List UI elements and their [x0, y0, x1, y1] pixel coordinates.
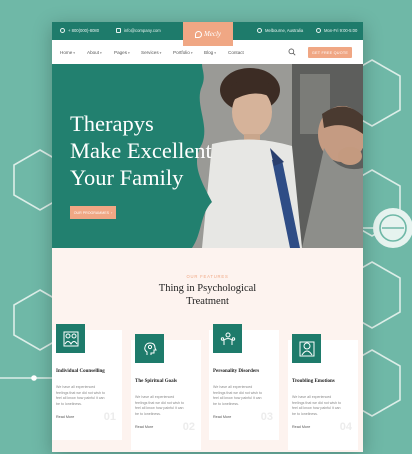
card-number: 01 [103, 411, 116, 423]
card-text: We have all experienced feelings that we… [135, 395, 184, 416]
feature-card[interactable]: Individual Counselling We have all exper… [52, 324, 122, 440]
read-more-link[interactable]: Read More [213, 415, 231, 419]
read-more-link[interactable]: Read More [56, 415, 74, 419]
location-info: Melbourne, Australia [257, 28, 303, 33]
hero-button-label: OUR PROGRAMMES [73, 210, 110, 215]
card-text: We have all experienced feelings that we… [292, 395, 341, 416]
feature-card[interactable]: Personality Disorders We have all experi… [209, 324, 279, 440]
nav-label: Contact [228, 50, 244, 55]
location-icon [257, 28, 262, 33]
logo-text: Mecly [203, 30, 222, 38]
chevron-down-icon: ▾ [159, 51, 162, 55]
card-title: Personality Disorders [213, 369, 260, 374]
email-info[interactable]: info@company.com [116, 28, 161, 33]
features-section: OUR FEATURES Thing in Psychological Trea… [52, 248, 363, 452]
card-title: Troubling Emotions [292, 379, 335, 384]
phone-info[interactable]: + 800(000)-8080 [60, 28, 99, 33]
counselling-icon [56, 324, 85, 353]
nav-label: Services [141, 50, 159, 55]
hours-text: Mon-Fri 9:00-5:00 [324, 28, 358, 33]
hero-section: Therapys Make Excellent Your Family OUR … [52, 64, 363, 248]
chevron-down-icon: ▾ [73, 51, 76, 55]
section-title: Thing in Psychological Treatment [52, 282, 363, 308]
section-eyebrow: OUR FEATURES [186, 274, 229, 279]
chevron-down-icon: ▾ [214, 51, 216, 55]
arrow-right-icon: › [111, 210, 113, 215]
email-icon [116, 28, 121, 33]
search-icon[interactable] [288, 48, 296, 56]
hero-title: Therapys Make Excellent Your Family [70, 110, 212, 191]
card-text: We have all experienced feelings that we… [213, 385, 262, 406]
nav-item-blog[interactable]: Blog▾ [204, 50, 216, 55]
nav-label: Portfolio [173, 50, 190, 55]
email-text: info@company.com [124, 28, 161, 33]
feature-card[interactable]: Troubling Emotions We have all experienc… [288, 334, 358, 450]
phone-icon [60, 28, 65, 33]
nav-item-about[interactable]: About▾ [87, 50, 102, 55]
hero-title-line: Make Excellent [70, 138, 212, 163]
card-title: The Spiritual Goals [135, 379, 177, 384]
read-more-link[interactable]: Read More [135, 425, 153, 429]
nav-item-home[interactable]: Home▾ [60, 50, 75, 55]
nav-item-portfolio[interactable]: Portfolio▾ [173, 50, 193, 55]
nav-item-services[interactable]: Services▾ [141, 50, 161, 55]
section-title-line: Thing in Psychological [158, 283, 257, 294]
website-mockup: + 800(000)-8080 info@company.com Melbour… [52, 22, 363, 452]
spiritual-head-icon [135, 334, 164, 363]
nav-label: Pages [114, 50, 128, 55]
personality-icon [213, 324, 242, 353]
chevron-down-icon: ▾ [128, 51, 130, 55]
card-number: 02 [182, 421, 195, 433]
card-number: 03 [260, 411, 273, 423]
logo-mark-icon [194, 30, 202, 38]
hero-title-line: Your Family [70, 165, 184, 190]
clock-icon [316, 28, 321, 33]
site-logo[interactable]: Mecly [183, 22, 233, 46]
nav-item-contact[interactable]: Contact [228, 50, 244, 55]
read-more-link[interactable]: Read More [292, 425, 310, 429]
feature-card[interactable]: The Spiritual Goals We have all experien… [131, 334, 201, 450]
hero-title-line: Therapys [70, 111, 154, 136]
nav-label: About [87, 50, 100, 55]
location-text: Melbourne, Australia [265, 28, 304, 33]
card-number: 04 [339, 421, 352, 433]
card-title: Individual Counselling [56, 369, 105, 374]
section-title-line: Treatment [186, 296, 229, 307]
nav-label: Blog [204, 50, 214, 55]
our-programmes-button[interactable]: OUR PROGRAMMES › [70, 206, 116, 219]
hours-info: Mon-Fri 9:00-5:00 [316, 28, 357, 33]
chevron-down-icon: ▾ [190, 51, 193, 55]
card-text: We have all experienced feelings that we… [56, 385, 105, 406]
nav-label: Home [60, 50, 73, 55]
chevron-down-icon: ▾ [100, 51, 102, 55]
get-free-quote-button[interactable]: GET FREE QUOTE [308, 47, 352, 58]
phone-text: + 800(000)-8080 [68, 28, 100, 33]
nav-item-pages[interactable]: Pages▾ [114, 50, 130, 55]
emotions-icon [292, 334, 321, 363]
